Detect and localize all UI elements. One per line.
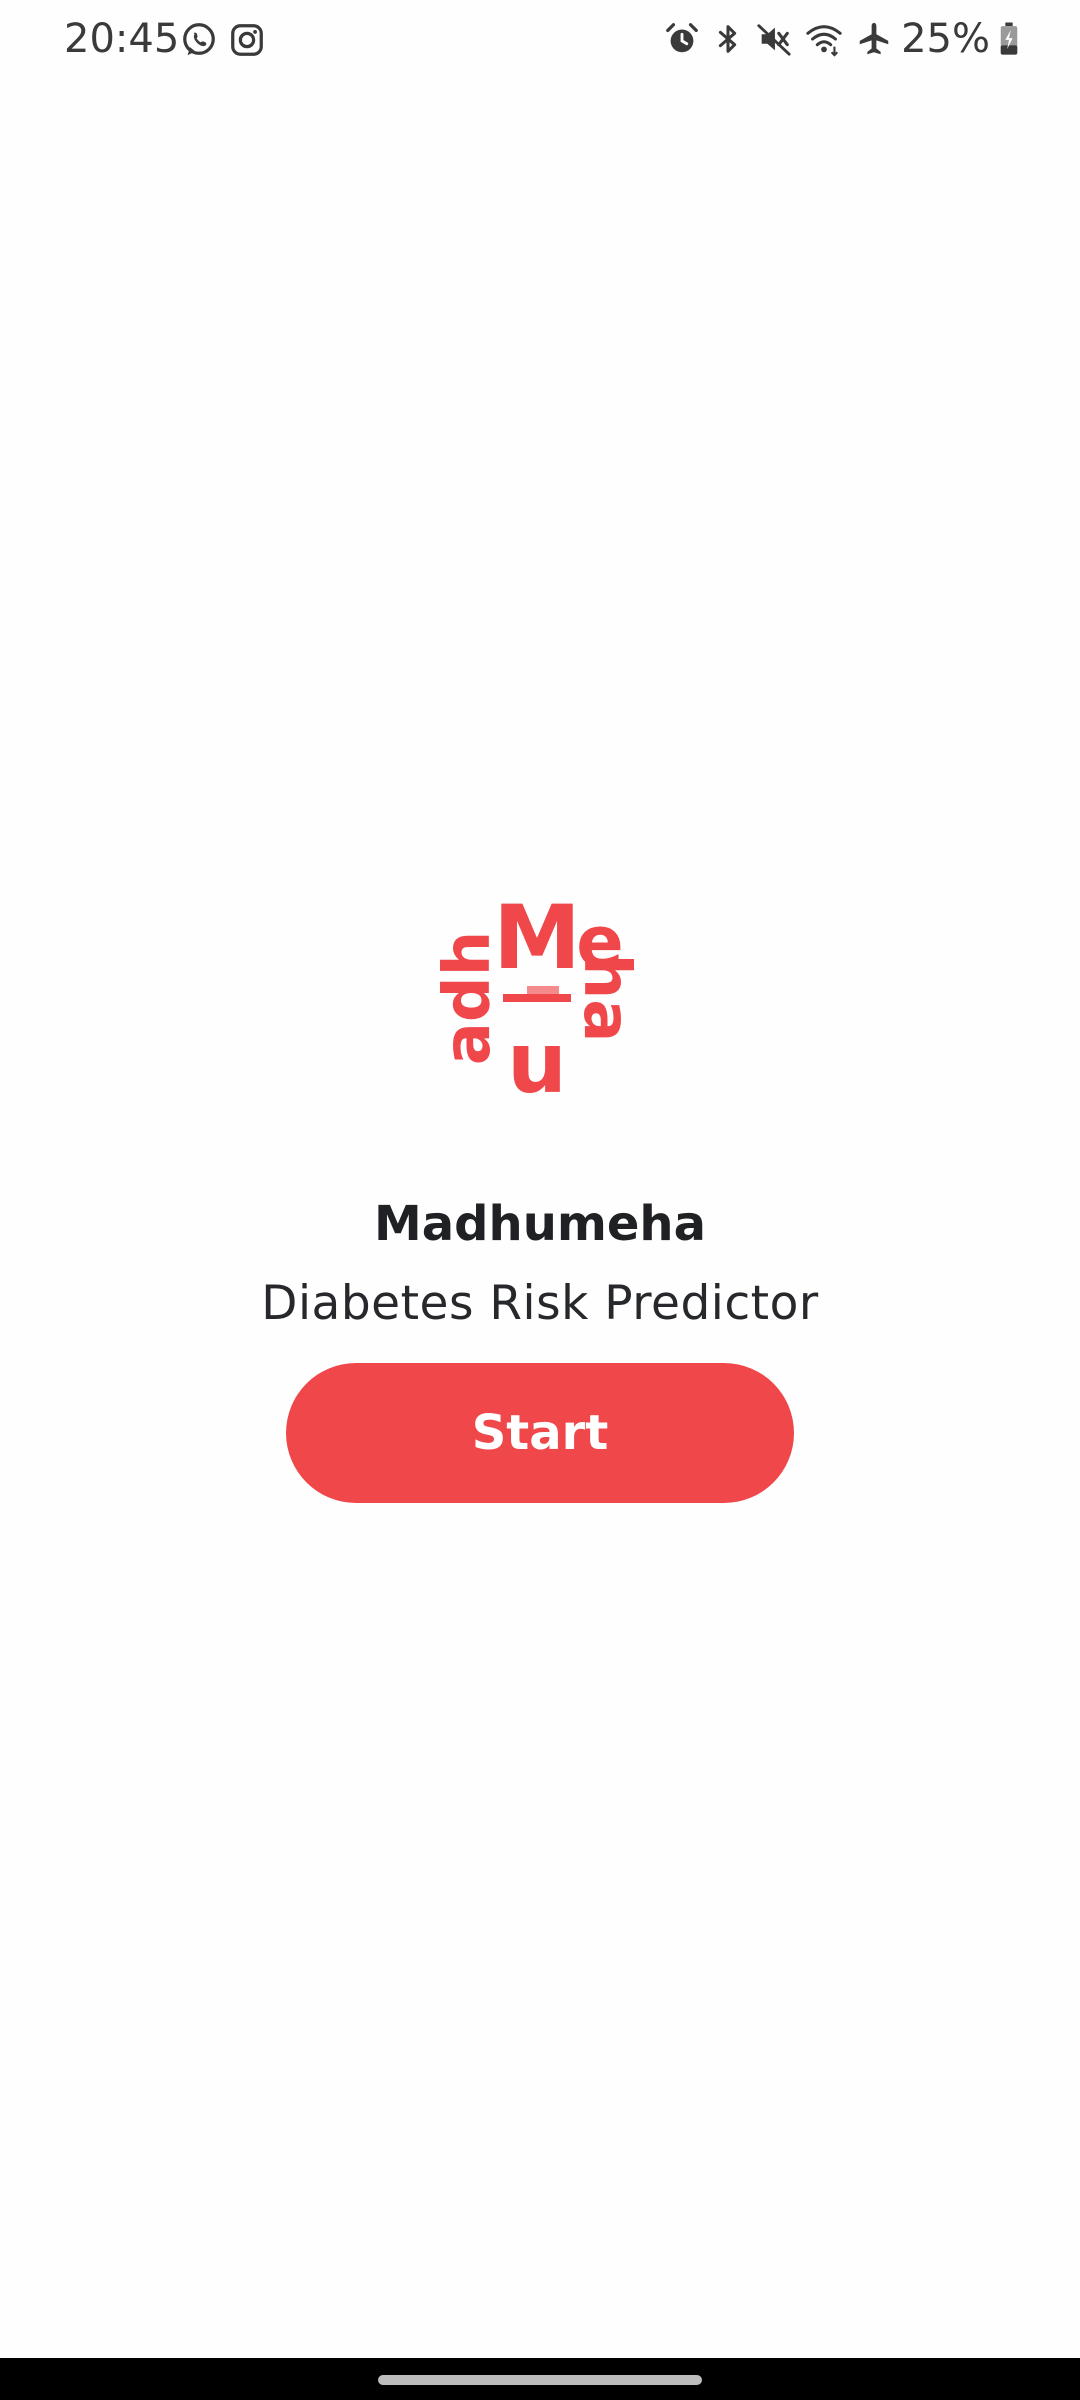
mute-icon bbox=[757, 24, 791, 56]
bluetooth-icon bbox=[718, 25, 737, 53]
instagram-icon bbox=[231, 24, 263, 56]
alarm-icon bbox=[666, 23, 698, 53]
svg-text:ha: ha bbox=[569, 954, 637, 1043]
airplane-icon bbox=[859, 22, 889, 55]
status-notification-icons bbox=[180, 20, 266, 60]
status-system-icons: 25% bbox=[663, 14, 1020, 64]
whatsapp-icon bbox=[183, 23, 215, 56]
svg-text:M: M bbox=[493, 898, 581, 989]
battery-charging-icon bbox=[1000, 22, 1018, 55]
start-button[interactable]: Start bbox=[286, 1363, 794, 1503]
battery-percent: 25% bbox=[901, 16, 990, 62]
app-title: Madhumeha bbox=[374, 1196, 706, 1252]
app-subtitle: Diabetes Risk Predictor bbox=[261, 1276, 819, 1331]
madhumeha-logo: M e adh ha n bbox=[437, 898, 637, 1098]
status-time: 20:45 bbox=[64, 16, 180, 62]
home-indicator[interactable] bbox=[378, 2375, 702, 2385]
status-bar: 20:45 25% bbox=[0, 0, 1080, 80]
svg-text:adh: adh bbox=[437, 931, 505, 1066]
svg-text:n: n bbox=[507, 1026, 567, 1098]
wifi-icon bbox=[806, 25, 842, 57]
